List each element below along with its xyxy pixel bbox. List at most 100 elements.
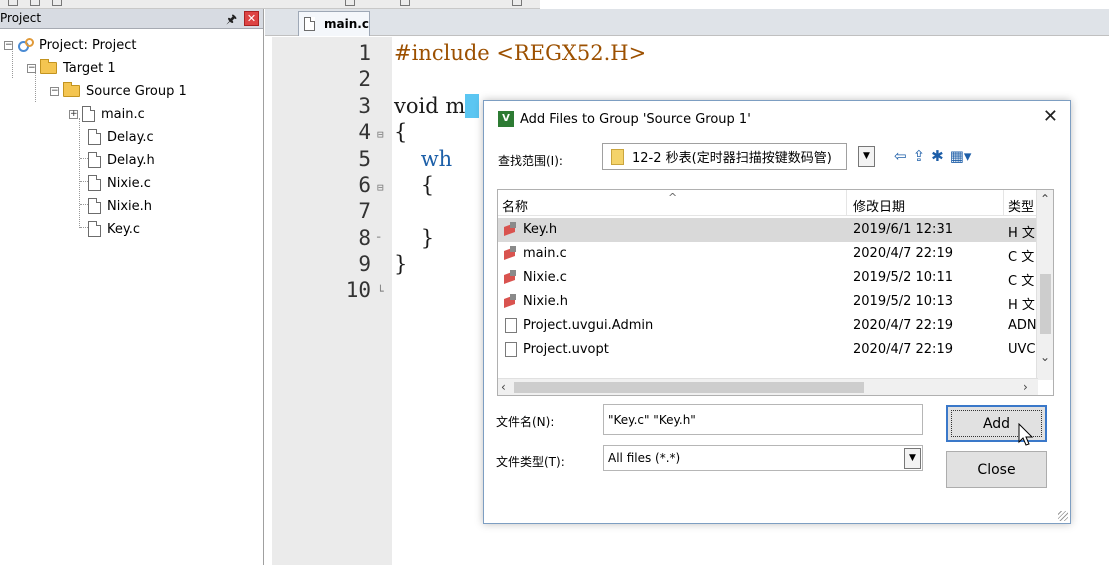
file-type: H 文 (1008, 298, 1035, 313)
tree-item-label: Source Group 1 (86, 83, 187, 99)
tree-item-target[interactable]: − Target 1 (27, 58, 116, 78)
file-row[interactable]: Project.uvgui.Admin 2020/4/7 22:19 ADN (498, 314, 1038, 338)
toolbar-button[interactable] (8, 0, 18, 6)
scroll-thumb[interactable] (514, 382, 864, 393)
file-date: 2019/6/1 12:31 (853, 222, 953, 237)
selected-token (465, 94, 479, 118)
line-number: 4 (358, 120, 371, 144)
add-files-dialog: V Add Files to Group 'Source Group 1' ✕ … (483, 100, 1071, 524)
scroll-down-icon[interactable]: ⌄ (1040, 350, 1050, 364)
file-date: 2019/5/2 10:13 (853, 294, 953, 309)
file-name: Key.h (523, 222, 558, 237)
tree-item-file[interactable]: + main.c (69, 104, 145, 124)
tree-item-file[interactable]: Nixie.c (88, 173, 151, 193)
line-number: 1 (358, 41, 371, 65)
expand-icon[interactable]: + (69, 109, 78, 119)
collapse-icon[interactable]: − (4, 40, 13, 50)
look-in-label: 查找范围(I): (498, 154, 563, 168)
file-type: C 文 (1008, 274, 1035, 289)
file-list-header: 名称 ^ 修改日期 类型 (498, 190, 1038, 216)
line-number: 8 (358, 226, 371, 250)
file-type: C 文 (1008, 250, 1035, 265)
vertical-scrollbar[interactable]: ⌃ ⌄ (1036, 190, 1053, 380)
dialog-title: Add Files to Group 'Source Group 1' (520, 111, 751, 127)
filename-input[interactable]: "Key.c" "Key.h" (603, 404, 923, 435)
file-date: 2020/4/7 22:19 (853, 246, 953, 261)
fold-line-icon: ╴ (377, 231, 384, 244)
pin-icon[interactable]: 🖈 (226, 10, 237, 31)
toolbar-button[interactable] (345, 0, 355, 6)
c-file-icon (504, 246, 519, 261)
back-arrow-icon[interactable]: ⇦ (894, 147, 907, 165)
tree-item-file[interactable]: Nixie.h (88, 196, 152, 216)
file-name: Nixie.h (523, 294, 569, 309)
view-menu-icon[interactable]: ▦▾ (950, 147, 972, 165)
target-folder-icon (40, 59, 57, 74)
fold-end-icon: └ (377, 285, 384, 298)
tab-main-c[interactable]: main.c (298, 11, 370, 36)
keil-app-icon: V (498, 111, 514, 127)
collapse-icon[interactable]: − (50, 86, 59, 96)
line-number: 9 (358, 252, 371, 276)
tree-item-project[interactable]: − Project: Project (4, 35, 136, 55)
scroll-right-icon[interactable]: › (1023, 380, 1028, 394)
column-type[interactable]: 类型 (1008, 196, 1034, 215)
pane-title: Project (0, 11, 42, 25)
dialog-nav-toolbar: ⇦ ⇪ ✱ ▦▾ (894, 147, 971, 165)
file-date: 2020/4/7 22:19 (853, 342, 953, 357)
close-icon[interactable]: ✕ (1043, 106, 1058, 127)
editor-tab-bar: main.c (265, 9, 1109, 36)
code-line: wh (394, 147, 453, 171)
file-row[interactable]: Key.h 2019/6/1 12:31 H 文 (498, 218, 1038, 242)
line-number: 10 (345, 278, 371, 302)
close-pane-icon[interactable]: ✕ (244, 11, 259, 26)
column-name[interactable]: 名称 (502, 196, 528, 215)
tree-item-file[interactable]: Delay.h (88, 150, 155, 170)
file-icon (82, 106, 95, 122)
file-row[interactable]: Project.uvopt 2020/4/7 22:19 UVC (498, 338, 1038, 362)
toolbar-button[interactable] (30, 0, 40, 6)
file-type: H 文 (1008, 226, 1035, 241)
dialog-title-bar: V Add Files to Group 'Source Group 1' (498, 110, 751, 128)
code-line: { (394, 173, 435, 197)
file-list[interactable]: 名称 ^ 修改日期 类型 Key.h 2019/6/1 12:31 H 文 main.… (497, 189, 1054, 396)
c-file-icon (504, 270, 519, 285)
column-date[interactable]: 修改日期 (853, 196, 905, 215)
look-in-select[interactable]: 12-2 秒表(定时器扫描按键数码管) (602, 143, 847, 170)
fold-collapse-icon[interactable]: ⊟ (377, 181, 384, 194)
toolbar-button[interactable] (52, 0, 62, 6)
folder-icon (611, 148, 624, 165)
look-in-dropdown-button[interactable]: ▼ (858, 146, 875, 167)
close-button[interactable]: Close (946, 451, 1047, 488)
line-number: 7 (358, 199, 371, 223)
file-row[interactable]: Nixie.h 2019/5/2 10:13 H 文 (498, 290, 1038, 314)
resize-grip-icon[interactable] (1058, 511, 1068, 521)
toolbar-button[interactable] (512, 0, 522, 6)
code-line: } (394, 226, 435, 250)
collapse-icon[interactable]: − (27, 63, 36, 73)
file-icon (88, 198, 101, 214)
file-name: Nixie.c (523, 270, 567, 285)
fold-collapse-icon[interactable]: ⊟ (377, 128, 384, 141)
toolbar-button[interactable] (400, 0, 410, 6)
scroll-up-icon[interactable]: ⌃ (1040, 192, 1050, 206)
file-name: Project.uvopt (523, 342, 609, 357)
tree-item-file[interactable]: Key.c (88, 219, 140, 239)
scroll-thumb[interactable] (1040, 274, 1051, 334)
filetype-dropdown-button[interactable]: ▼ (904, 448, 921, 469)
file-row[interactable]: main.c 2020/4/7 22:19 C 文 (498, 242, 1038, 266)
tree-item-label: Delay.h (107, 152, 155, 168)
close-button-label: Close (977, 461, 1016, 478)
file-row[interactable]: Nixie.c 2019/5/2 10:11 C 文 (498, 266, 1038, 290)
up-folder-icon[interactable]: ⇪ (913, 147, 926, 165)
file-icon (304, 17, 315, 31)
new-folder-icon[interactable]: ✱ (931, 147, 944, 165)
scroll-left-icon[interactable]: ‹ (501, 380, 506, 394)
horizontal-scrollbar[interactable]: ‹ › (498, 378, 1038, 395)
tree-item-file[interactable]: Delay.c (88, 127, 154, 147)
filetype-select[interactable]: All files (*.*) (603, 445, 923, 471)
folder-icon (63, 82, 80, 97)
tree-item-source-group[interactable]: − Source Group 1 (50, 81, 187, 101)
project-pane: Project 🖈 ✕ − Project: Project − Target … (0, 9, 264, 565)
line-number: 5 (358, 147, 371, 171)
